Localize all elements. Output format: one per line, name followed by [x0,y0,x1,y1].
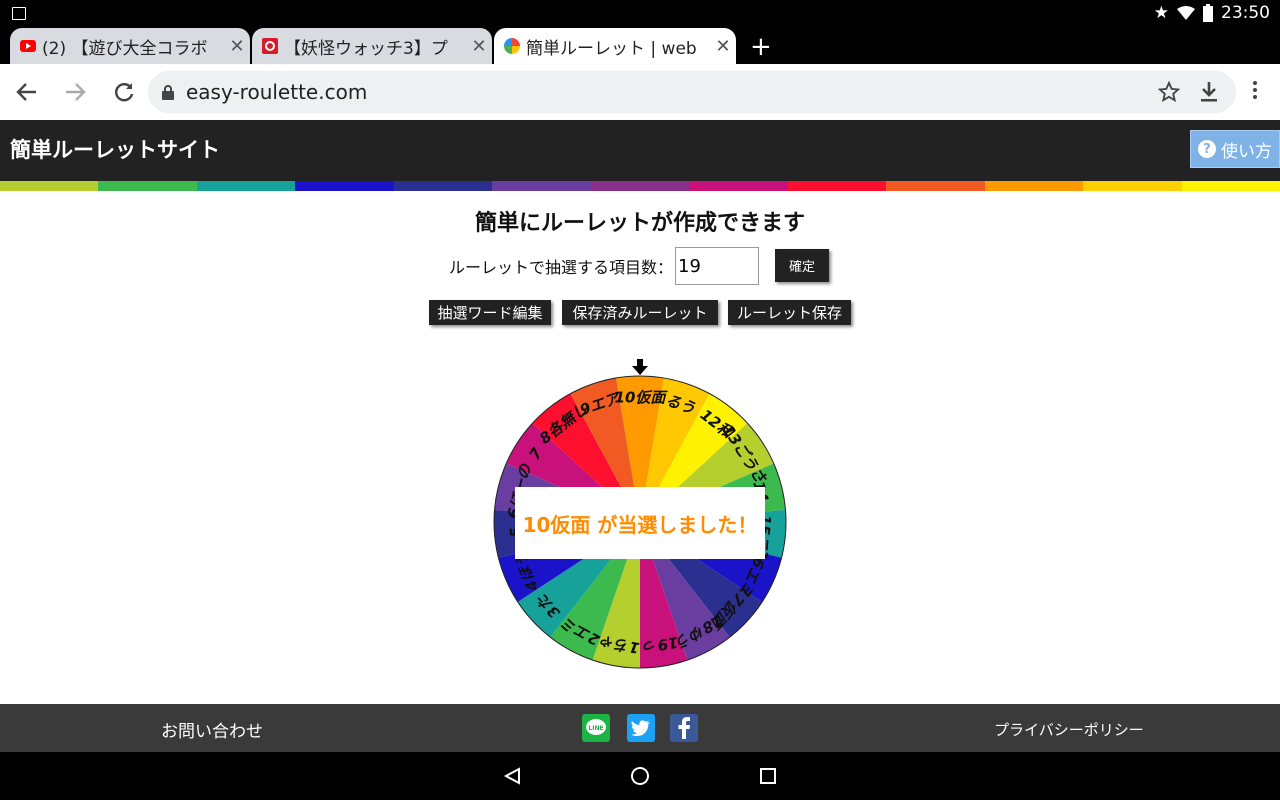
yokai-site-icon [262,38,278,54]
status-bar: ★ 23:50 [0,0,1280,28]
howto-button[interactable]: ? 使い方 [1190,130,1280,168]
page-heading: 簡単にルーレットが作成できます [474,211,805,236]
tab-yokai[interactable]: 【妖怪ウォッチ3】プ ✕ [252,28,492,64]
menu-dots-icon[interactable] [1253,78,1259,102]
rainbow-segment [393,181,493,191]
tab-title: 簡単ルーレット | web [526,38,697,59]
back-triangle-icon[interactable] [503,767,521,785]
clock: 23:50 [1221,3,1270,23]
pointer-arrow-icon [632,359,648,375]
rainbow-segment [689,181,788,191]
roulette-favicon-icon [504,38,520,54]
wifi-icon [1177,6,1195,20]
forward-arrow-icon[interactable] [64,82,86,102]
rainbow-segment [1083,181,1182,191]
battery-icon [1203,4,1213,22]
line-share-icon[interactable]: LINE [582,714,610,742]
url-text: easy-roulette.com [186,80,368,104]
rainbow-segment [984,181,1084,191]
tab-roulette[interactable]: 簡単ルーレット | web ✕ [494,28,736,64]
reload-icon[interactable] [113,81,135,103]
rainbow-segment [1181,181,1280,191]
tab-youtube[interactable]: (2) 【遊び大全コラボ ✕ [10,28,250,64]
tab-title: 【妖怪ウォッチ3】プ [284,38,448,59]
result-message: 10仮面 が当選しました！ [515,487,765,559]
rainbow-segment [492,181,591,191]
item-count-label: ルーレットで抽選する項目数： [449,258,674,277]
address-bar[interactable]: easy-roulette.com [148,71,1236,113]
browser-toolbar: easy-roulette.com [0,64,1280,120]
rainbow-segment [0,181,99,191]
rainbow-segment [590,181,690,191]
item-count-row: ルーレットで抽選する項目数： [449,247,760,285]
save-roulette-button[interactable]: ルーレット保存 [728,300,851,325]
youtube-icon [20,40,36,52]
home-circle-icon[interactable] [630,766,650,786]
lock-icon [162,84,174,100]
item-count-input[interactable] [675,247,760,285]
edit-words-button[interactable]: 抽選ワード編集 [429,300,551,325]
site-footer: お問い合わせ LINE プライバシーポリシー [0,704,1280,752]
recents-square-icon[interactable] [759,767,777,785]
new-tab-icon[interactable]: + [750,32,772,62]
close-icon[interactable]: ✕ [466,36,492,57]
bookmark-star-icon[interactable] [1158,81,1180,103]
rainbow-segment [787,181,887,191]
rainbow-segment [98,181,197,191]
rainbow-segment [196,181,296,191]
rainbow-segment [886,181,985,191]
help-icon: ? [1198,140,1216,158]
saved-roulettes-button[interactable]: 保存済みルーレット [562,300,718,325]
back-arrow-icon[interactable] [16,82,38,102]
image-notification-icon [12,7,26,20]
tab-strip: (2) 【遊び大全コラボ ✕ 【妖怪ウォッチ3】プ ✕ 簡単ルーレット | we… [0,28,1280,64]
confirm-button[interactable]: 確定 [775,249,829,282]
line-logo-text: LINE [588,725,603,732]
contact-link[interactable]: お問い合わせ [161,717,263,742]
facebook-share-icon[interactable] [670,714,698,742]
site-title[interactable]: 簡単ルーレットサイト [10,134,220,164]
close-icon[interactable]: ✕ [224,36,250,57]
privacy-policy-link[interactable]: プライバシーポリシー [994,719,1144,740]
rainbow-segment [295,181,394,191]
wheel-label: 10仮面 [615,389,669,407]
tab-title: (2) 【遊び大全コラボ [42,38,208,59]
rainbow-bar [0,181,1280,191]
close-icon[interactable]: ✕ [710,36,736,57]
twitter-share-icon[interactable] [627,714,655,742]
system-nav-bar [0,752,1280,800]
star-icon: ★ [1153,3,1169,23]
download-icon[interactable] [1200,81,1218,103]
site-header: 簡単ルーレットサイト ? 使い方 [0,120,1280,181]
